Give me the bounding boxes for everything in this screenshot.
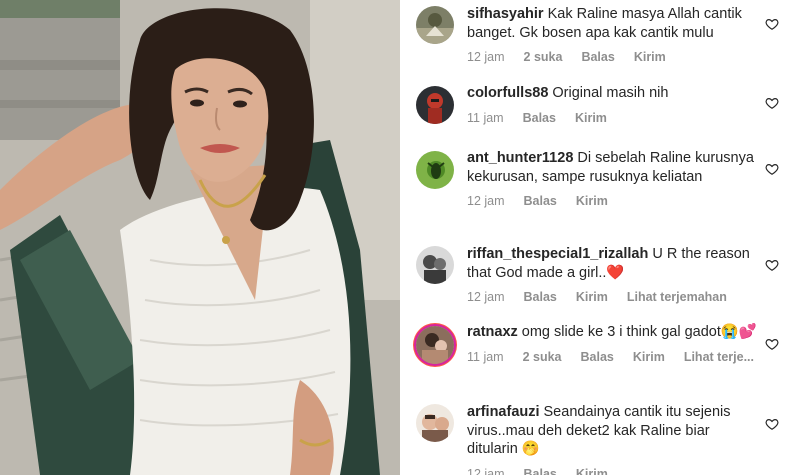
comment-body: riffan_thespecial1_rizallah U R the reaso… <box>467 245 762 307</box>
comment-body: ratnaxz omg slide ke 3 i think gal gadot😭… <box>467 323 762 366</box>
comment-text: omg slide ke 3 i think gal gadot😭💕 <box>521 324 757 340</box>
avatar[interactable] <box>416 404 454 442</box>
send-button[interactable]: Kirim <box>576 467 608 475</box>
send-button[interactable]: Kirim <box>633 350 665 364</box>
comment-body: arfinafauzi Seandainya cantik itu sejenis… <box>467 403 762 475</box>
translate-button[interactable]: Lihat terje... <box>684 350 754 364</box>
comments-panel: sifhasyahir Kak Raline masya Allah cantik… <box>400 0 800 475</box>
comment-time[interactable]: 12 jam <box>467 290 505 304</box>
post-image <box>0 0 400 475</box>
avatar[interactable] <box>416 6 454 44</box>
reply-button[interactable]: Balas <box>524 467 557 475</box>
comment-username[interactable]: colorfulls88 <box>467 85 548 101</box>
comment-likes[interactable]: 2 suka <box>524 50 563 64</box>
post-photo <box>0 0 400 475</box>
comment-meta: 12 jam Balas Kirim <box>467 192 762 211</box>
comment-body: colorfulls88 Original masih nih 11 jam Bal… <box>467 84 762 127</box>
heart-icon[interactable] <box>765 162 779 176</box>
comment-likes[interactable]: 2 suka <box>523 350 562 364</box>
translate-button[interactable]: Lihat terjemahan <box>627 290 727 304</box>
comment-time[interactable]: 11 jam <box>467 350 504 364</box>
reply-button[interactable]: Balas <box>581 350 614 364</box>
comment-text: Original masih nih <box>552 85 669 101</box>
send-button[interactable]: Kirim <box>634 50 666 64</box>
heart-icon[interactable] <box>765 17 779 31</box>
send-button[interactable]: Kirim <box>576 290 608 304</box>
comment-username[interactable]: sifhasyahir <box>467 6 544 22</box>
reply-button[interactable]: Balas <box>523 111 556 125</box>
avatar[interactable] <box>416 326 454 364</box>
comment-meta: 12 jam Balas Kirim <box>467 465 762 475</box>
comment-time[interactable]: 11 jam <box>467 111 504 125</box>
comment-username[interactable]: ant_hunter1128 <box>467 150 573 166</box>
comment-body: ant_hunter1128 Di sebelah Raline kurusnya… <box>467 149 762 211</box>
comment-time[interactable]: 12 jam <box>467 50 505 64</box>
comment-meta: 11 jam Balas Kirim <box>467 109 762 128</box>
avatar[interactable] <box>416 151 454 189</box>
comment-time[interactable]: 12 jam <box>467 467 505 475</box>
avatar[interactable] <box>416 246 454 284</box>
comment-username[interactable]: arfinafauzi <box>467 404 540 420</box>
heart-icon[interactable] <box>765 417 779 431</box>
heart-icon[interactable] <box>765 96 779 110</box>
reply-button[interactable]: Balas <box>524 290 557 304</box>
heart-icon[interactable] <box>765 337 779 351</box>
comment-time[interactable]: 12 jam <box>467 194 505 208</box>
comment-meta: 11 jam 2 suka Balas Kirim Lihat terje... <box>467 348 762 367</box>
comment-username[interactable]: riffan_thespecial1_rizallah <box>467 246 648 262</box>
comment-meta: 12 jam Balas Kirim Lihat terjemahan <box>467 288 762 307</box>
avatar[interactable] <box>416 86 454 124</box>
comment-body: sifhasyahir Kak Raline masya Allah cantik… <box>467 5 762 67</box>
heart-icon[interactable] <box>765 258 779 272</box>
reply-button[interactable]: Balas <box>524 194 557 208</box>
send-button[interactable]: Kirim <box>575 111 607 125</box>
comment-username[interactable]: ratnaxz <box>467 324 518 340</box>
send-button[interactable]: Kirim <box>576 194 608 208</box>
comment-meta: 12 jam 2 suka Balas Kirim <box>467 48 762 67</box>
reply-button[interactable]: Balas <box>581 50 614 64</box>
